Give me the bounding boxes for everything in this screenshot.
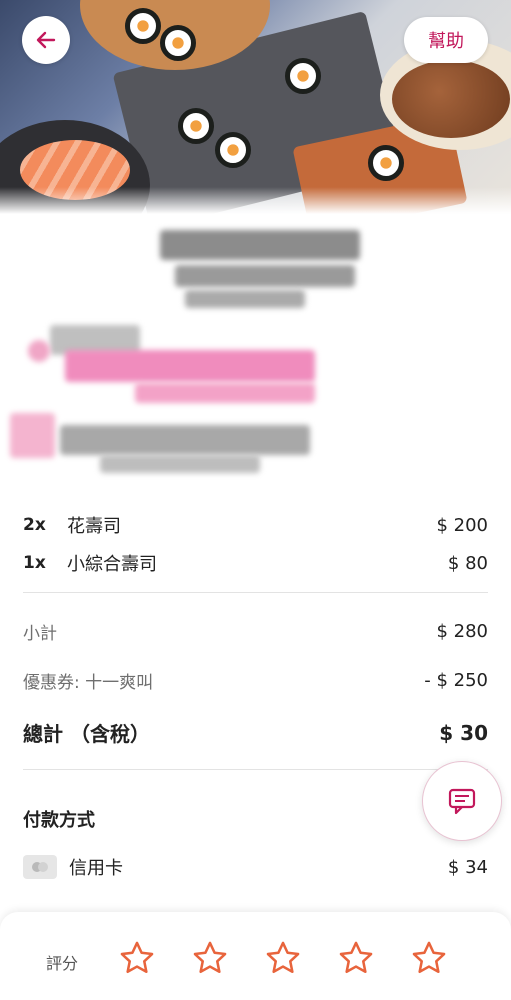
order-item-row: 2x 花壽司 $ 200 — [23, 512, 488, 538]
star-icon[interactable] — [191, 939, 229, 977]
credit-card-icon — [23, 855, 57, 879]
redacted-block — [185, 290, 305, 308]
redacted-block — [135, 383, 315, 403]
hero-fade — [0, 187, 511, 215]
chat-button[interactable] — [422, 761, 502, 841]
redacted-icon — [28, 340, 50, 362]
help-button[interactable]: 幫助 — [404, 17, 488, 63]
item-quantity: 1x — [23, 553, 46, 573]
divider — [23, 592, 488, 593]
rating-card: 評分 — [0, 912, 511, 1000]
beef-bowl — [392, 60, 510, 138]
chat-bubble-icon — [448, 788, 476, 815]
redacted-block — [100, 455, 260, 473]
redacted-block — [10, 413, 55, 458]
star-rating[interactable] — [118, 939, 448, 977]
sushi-roll — [125, 8, 161, 44]
subtotal-row: 小計 $ 280 — [23, 619, 488, 644]
sushi-roll — [368, 145, 404, 181]
sushi-roll — [215, 132, 251, 168]
item-name: 小綜合壽司 — [67, 554, 157, 575]
item-price: $ 200 — [436, 514, 488, 536]
total-value: $ 30 — [439, 720, 488, 745]
card-circles-icon — [32, 862, 48, 872]
payment-method-row: 信用卡 $ 34 — [23, 854, 488, 880]
sushi-roll — [178, 108, 214, 144]
redacted-block — [160, 230, 360, 260]
total-label: 總計 （含稅） — [23, 722, 150, 746]
subtotal-label: 小計 — [23, 624, 57, 644]
sushi-roll — [160, 25, 196, 61]
star-icon[interactable] — [337, 939, 375, 977]
item-price: $ 80 — [447, 552, 488, 574]
order-item-row: 1x 小綜合壽司 $ 80 — [23, 550, 488, 576]
item-name: 花壽司 — [67, 516, 121, 537]
redacted-block — [65, 350, 315, 382]
arrow-left-icon — [36, 31, 56, 49]
star-icon[interactable] — [118, 939, 156, 977]
item-quantity: 2x — [23, 515, 46, 535]
coupon-value: - $ 250 — [424, 670, 488, 691]
redacted-restaurant-info — [0, 215, 511, 485]
rating-label: 評分 — [46, 954, 79, 973]
payment-method-label: 信用卡 — [69, 858, 123, 879]
star-icon[interactable] — [264, 939, 302, 977]
sushi-roll — [285, 58, 321, 94]
subtotal-value: $ 280 — [436, 621, 488, 642]
payment-method-title: 付款方式 — [23, 810, 95, 831]
total-row: 總計 （含稅） $ 30 — [23, 718, 488, 747]
divider — [23, 769, 488, 770]
coupon-row: 優惠券: 十一爽叫 - $ 250 — [23, 668, 488, 693]
star-icon[interactable] — [410, 939, 448, 977]
back-button[interactable] — [22, 16, 70, 64]
payment-method-amount: $ 34 — [447, 856, 488, 878]
redacted-block — [60, 425, 310, 455]
coupon-label: 優惠券: 十一爽叫 — [23, 673, 154, 693]
redacted-block — [175, 265, 355, 287]
